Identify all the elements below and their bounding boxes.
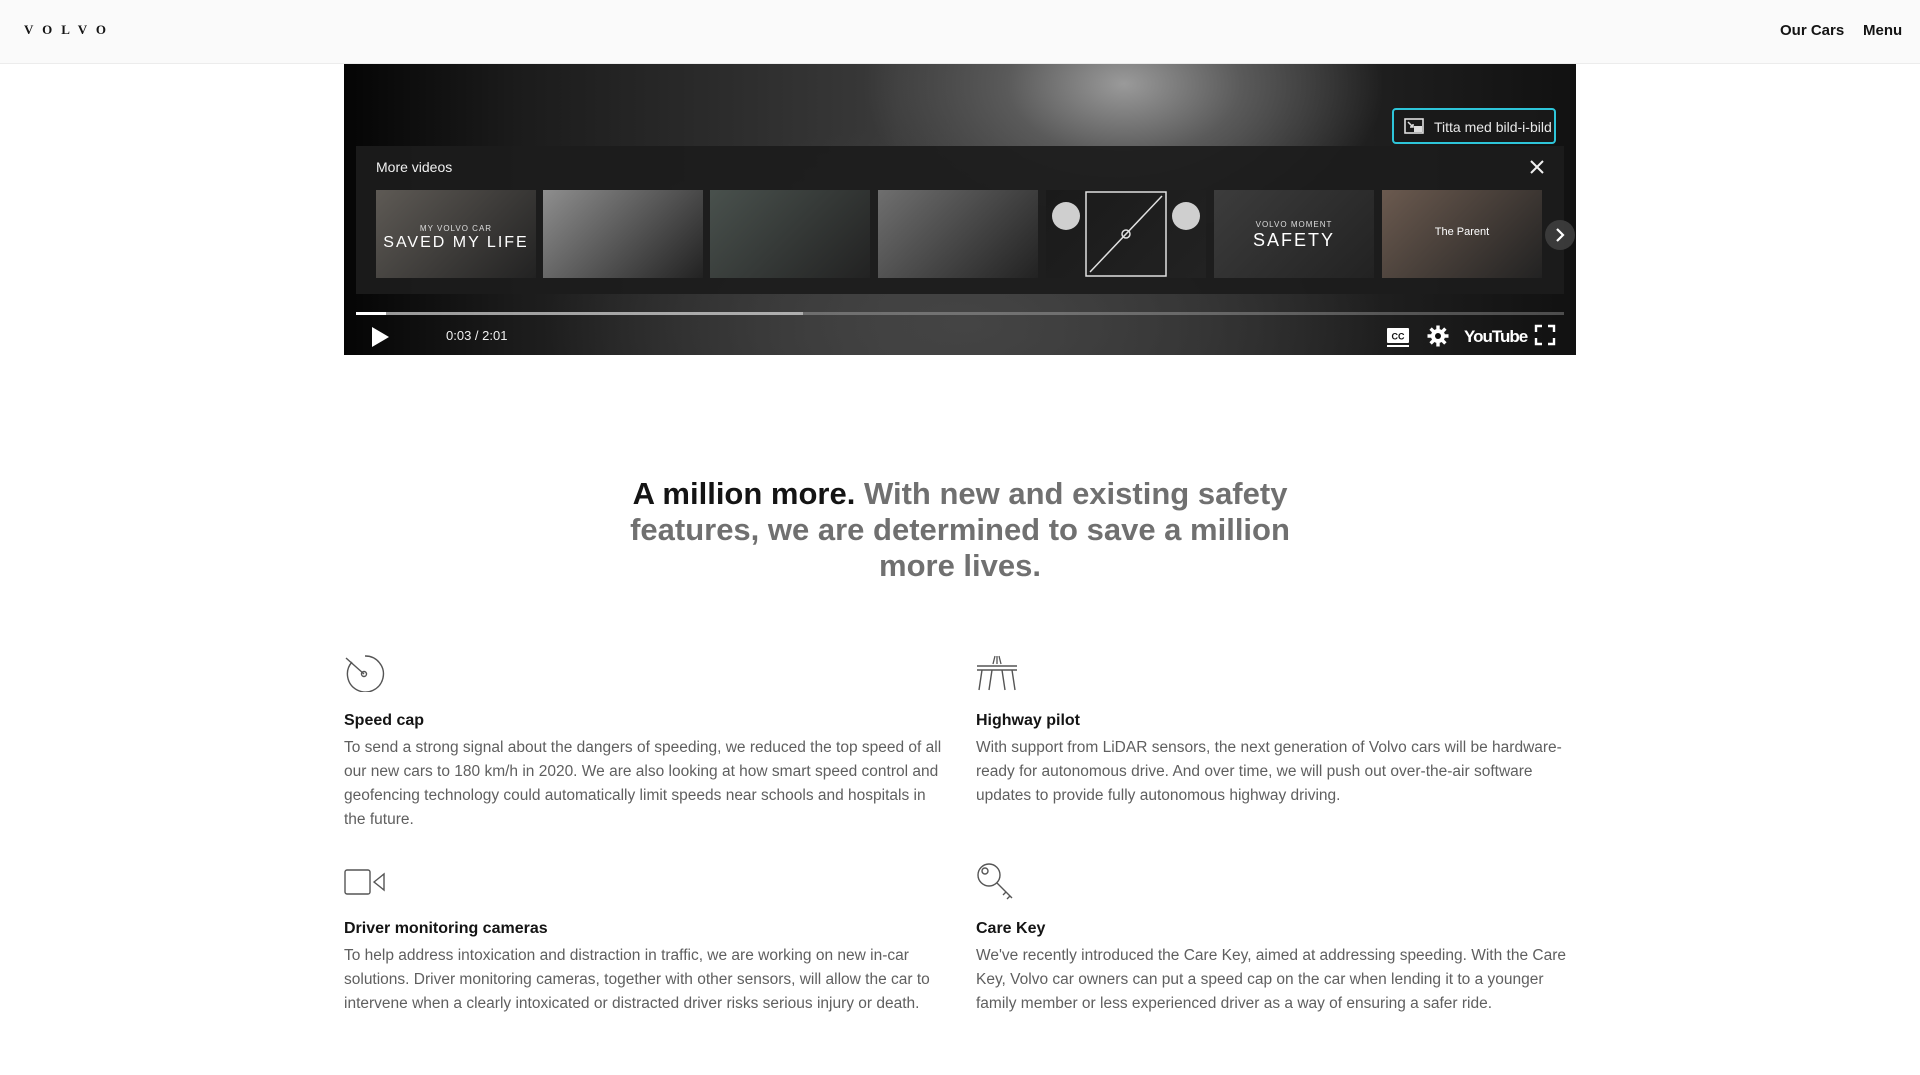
captions-icon[interactable]: CC <box>1386 324 1410 348</box>
camera-icon <box>344 869 385 895</box>
picture-in-picture-icon <box>1404 118 1424 134</box>
nav-menu[interactable]: Menu <box>1863 22 1902 39</box>
video-progress-bar[interactable] <box>356 312 1564 315</box>
speedometer-icon <box>345 655 385 692</box>
thumbnail-caption-small: MY VOLVO CAR <box>419 224 493 233</box>
thumbnail-graphic <box>1052 191 1200 277</box>
feature-title: Driver monitoring cameras <box>344 920 548 937</box>
fullscreen-icon[interactable] <box>1534 324 1556 346</box>
picture-in-picture-button[interactable]: Titta med bild-i-bild <box>1392 108 1556 144</box>
svg-text:CC: CC <box>1392 332 1405 342</box>
video-thumbnail[interactable] <box>543 190 703 278</box>
video-thumbnail[interactable]: VOLVO MOMENT SAFETY <box>1214 190 1374 278</box>
nav-our-cars[interactable]: Our Cars <box>1780 22 1844 39</box>
feature-description: To send a strong signal about the danger… <box>344 739 942 828</box>
thumbnail-caption-small: VOLVO MOMENT <box>1255 220 1333 229</box>
thumbnail-caption: SAFETY <box>1252 230 1335 250</box>
picture-in-picture-label: Titta med bild-i-bild <box>1434 119 1552 135</box>
video-thumbnail[interactable] <box>710 190 870 278</box>
top-navigation-bar: VOLVO Our Cars Menu <box>0 0 1920 64</box>
settings-gear-icon[interactable] <box>1426 324 1450 348</box>
volvo-logo[interactable]: VOLVO <box>24 22 115 38</box>
headline-strong: A million more. <box>632 476 856 511</box>
played-bar <box>356 312 387 315</box>
next-videos-button[interactable] <box>1545 220 1575 250</box>
feature-description: To help address intoxication and distrac… <box>344 947 930 1012</box>
thumbnail-caption: SAVED MY LIFE <box>383 234 529 251</box>
more-videos-title: More videos <box>376 159 453 175</box>
video-thumbnail[interactable] <box>1046 190 1206 278</box>
feature-description: We've recently introduced the Care Key, … <box>976 947 1566 1012</box>
feature-title: Speed cap <box>344 712 425 729</box>
feature-title: Care Key <box>976 920 1046 937</box>
section-headline: A million more. With new and existing sa… <box>600 476 1320 584</box>
video-thumbnail[interactable]: The Parent <box>1382 190 1542 278</box>
feature-description: With support from LiDAR sensors, the nex… <box>976 739 1562 804</box>
video-thumbnail[interactable] <box>878 190 1038 278</box>
highway-icon <box>977 655 1017 691</box>
buffered-bar <box>356 312 803 315</box>
thumbnail-caption: The Parent <box>1434 226 1490 238</box>
video-thumbnail[interactable]: MY VOLVO CAR SAVED MY LIFE <box>376 190 536 278</box>
feature-title: Highway pilot <box>976 712 1080 729</box>
more-videos-panel: More videos MY VOLVO CAR SAVED MY LIFE V… <box>356 146 1575 294</box>
close-icon[interactable] <box>1526 156 1548 178</box>
chevron-right-icon <box>1556 228 1565 242</box>
youtube-logo[interactable]: YouTube <box>1464 327 1528 347</box>
video-time: 0:03 / 2:01 <box>446 328 508 343</box>
video-player[interactable]: Titta med bild-i-bild More videos MY VOL… <box>344 64 1576 355</box>
key-icon <box>977 863 1013 900</box>
play-icon[interactable] <box>370 326 390 348</box>
